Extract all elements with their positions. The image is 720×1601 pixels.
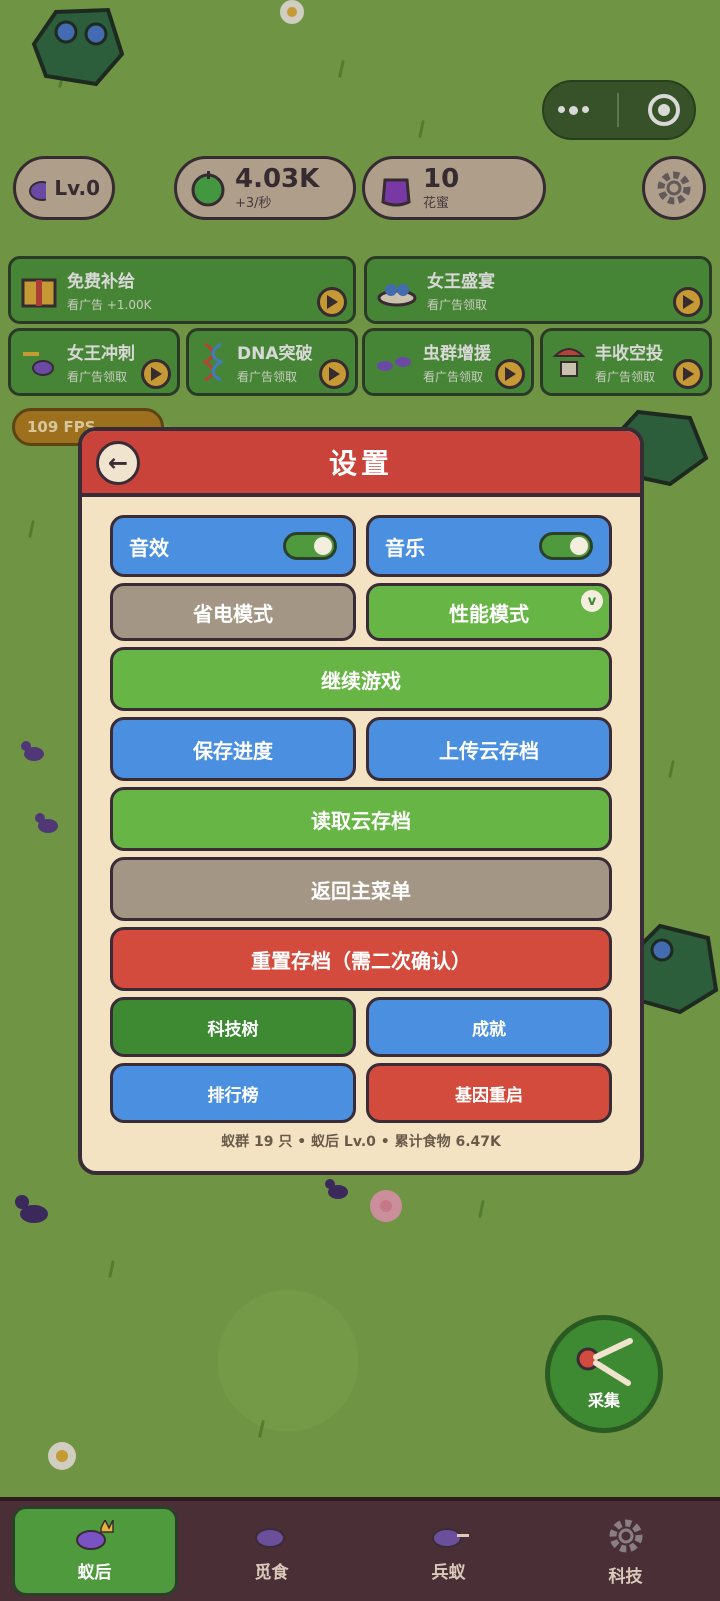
settings-header: ← 设置 bbox=[82, 431, 640, 497]
load-label: 读取云存档 bbox=[311, 808, 411, 833]
back-arrow-icon: ← bbox=[107, 449, 129, 477]
continue-label: 继续游戏 bbox=[321, 668, 401, 693]
music-toggle-row[interactable]: 音乐 bbox=[366, 515, 612, 577]
settings-dialog: ← 设置 音效 音乐 省电模式 性能模式 v 继续游戏 保存进度 上传云存档 读… bbox=[78, 427, 644, 1175]
soldier-ant-icon bbox=[431, 1527, 469, 1548]
music-toggle[interactable] bbox=[539, 532, 593, 560]
nav-tab-queen[interactable]: 蚁后 bbox=[11, 1506, 178, 1596]
music-label: 音乐 bbox=[385, 535, 425, 560]
nav-tab-forage[interactable]: 觅食 bbox=[189, 1506, 355, 1596]
bottom-nav: 蚁后 觅食 兵蚁 科技 bbox=[0, 1497, 720, 1601]
forager-ant-icon bbox=[254, 1527, 285, 1548]
back-button[interactable]: ← bbox=[96, 441, 140, 485]
gene-restart-button[interactable]: 基因重启 bbox=[366, 1063, 612, 1123]
save-label: 保存进度 bbox=[193, 738, 273, 763]
sound-toggle-row[interactable]: 音效 bbox=[110, 515, 356, 577]
nav-label: 觅食 bbox=[254, 1562, 289, 1583]
upload-cloud-save-button[interactable]: 上传云存档 bbox=[366, 717, 612, 781]
queen-ant-icon bbox=[75, 1519, 114, 1550]
settings-title: 设置 bbox=[328, 447, 393, 480]
collect-label: 采集 bbox=[587, 1391, 620, 1410]
power-save-label: 省电模式 bbox=[193, 601, 273, 626]
main-menu-label: 返回主菜单 bbox=[311, 878, 411, 903]
main-menu-button[interactable]: 返回主菜单 bbox=[110, 857, 612, 921]
nav-tab-tech[interactable]: 科技 bbox=[543, 1506, 709, 1596]
save-progress-button[interactable]: 保存进度 bbox=[110, 717, 356, 781]
performance-mode-button[interactable]: 性能模式 v bbox=[366, 583, 612, 641]
continue-game-button[interactable]: 继续游戏 bbox=[110, 647, 612, 711]
reset-label: 重置存档（需二次确认） bbox=[251, 948, 471, 973]
gene-restart-label: 基因重启 bbox=[455, 1085, 523, 1106]
tech-tree-label: 科技树 bbox=[207, 1019, 259, 1040]
achievements-label: 成就 bbox=[472, 1019, 506, 1040]
nav-tab-soldier[interactable]: 兵蚁 bbox=[366, 1506, 532, 1596]
power-save-mode-button[interactable]: 省电模式 bbox=[110, 583, 356, 641]
achievements-button[interactable]: 成就 bbox=[366, 997, 612, 1057]
nav-label: 科技 bbox=[608, 1566, 643, 1587]
gear-icon bbox=[609, 1519, 642, 1552]
selected-check-badge: v bbox=[581, 590, 603, 612]
sound-label: 音效 bbox=[129, 535, 169, 560]
leaderboard-label: 排行榜 bbox=[207, 1085, 259, 1106]
upload-label: 上传云存档 bbox=[439, 738, 539, 763]
reset-save-button[interactable]: 重置存档（需二次确认） bbox=[110, 927, 612, 991]
sound-toggle[interactable] bbox=[283, 532, 337, 560]
load-cloud-save-button[interactable]: 读取云存档 bbox=[110, 787, 612, 851]
performance-label: 性能模式 bbox=[449, 601, 529, 626]
colony-stats-footer: 蚁群 19 只 • 蚁后 Lv.0 • 累计食物 6.47K bbox=[221, 1134, 501, 1150]
leaderboard-button[interactable]: 排行榜 bbox=[110, 1063, 356, 1123]
collect-button[interactable]: 采集 bbox=[545, 1315, 663, 1433]
scissors-icon bbox=[576, 1338, 633, 1386]
nav-label: 蚁后 bbox=[77, 1562, 112, 1583]
tech-tree-button[interactable]: 科技树 bbox=[110, 997, 356, 1057]
nav-label: 兵蚁 bbox=[431, 1562, 466, 1583]
